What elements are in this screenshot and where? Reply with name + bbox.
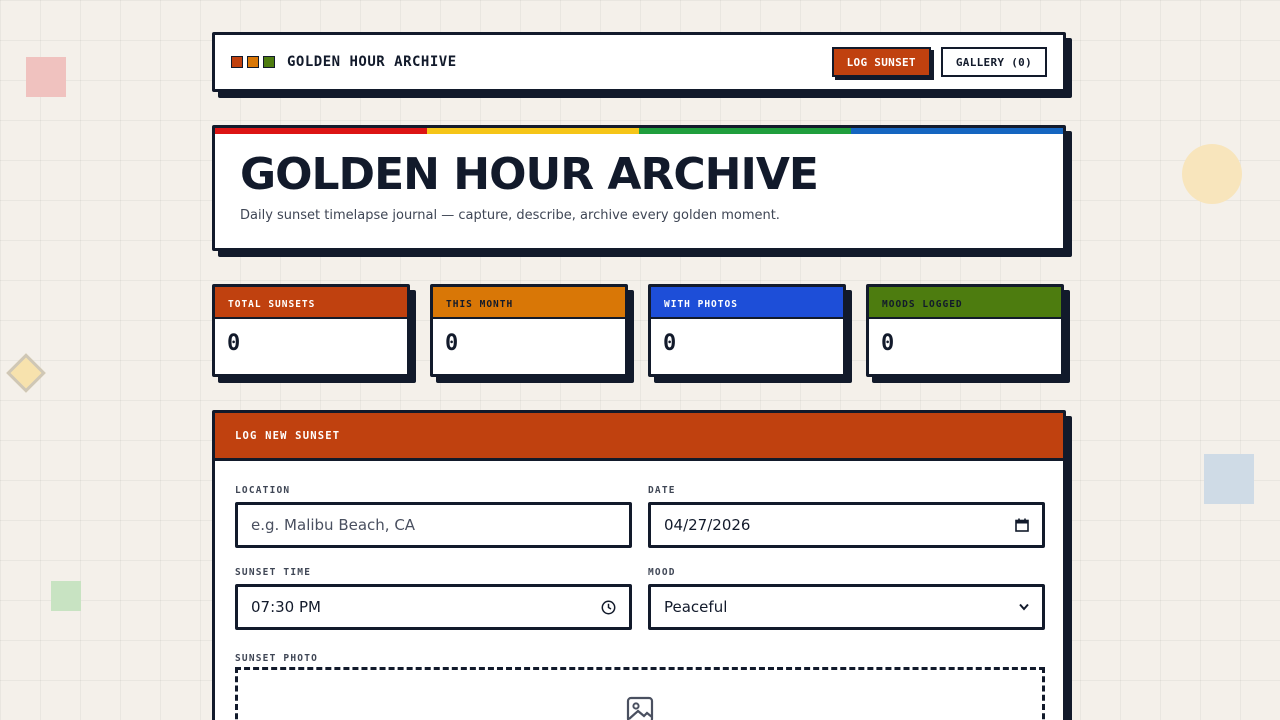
location-input[interactable]: e.g. Malibu Beach, CA: [235, 502, 632, 548]
stat-card-moods: MOODS LOGGED 0: [866, 284, 1064, 377]
stat-value: 0: [445, 331, 459, 356]
stat-label: TOTAL SUNSETS: [215, 287, 407, 319]
stat-label: THIS MONTH: [433, 287, 625, 319]
mood-select[interactable]: Peaceful: [648, 584, 1045, 630]
date-label: DATE: [648, 485, 676, 496]
decorative-square: [51, 581, 81, 611]
stat-value: 0: [663, 331, 677, 356]
logo-square: [247, 56, 259, 68]
clock-icon[interactable]: [601, 600, 616, 615]
logo-square: [231, 56, 243, 68]
stat-label: MOODS LOGGED: [869, 287, 1061, 319]
form-title: LOG NEW SUNSET: [215, 413, 1063, 461]
location-label: LOCATION: [235, 485, 291, 496]
top-actions: LOG SUNSET GALLERY (0): [831, 47, 1047, 77]
location-placeholder: e.g. Malibu Beach, CA: [251, 516, 416, 534]
logo: [231, 56, 275, 68]
stat-card-total: TOTAL SUNSETS 0: [212, 284, 410, 377]
date-value: 04/27/2026: [664, 516, 751, 534]
stat-value: 0: [227, 331, 241, 356]
calendar-icon[interactable]: [1015, 518, 1029, 532]
stat-value: 0: [881, 331, 895, 356]
page-subtitle: Daily sunset timelapse journal — capture…: [240, 208, 780, 224]
top-bar: GOLDEN HOUR ARCHIVE LOG SUNSET GALLERY (…: [212, 32, 1066, 92]
stripe-segment: [427, 128, 639, 134]
decorative-square: [1204, 454, 1254, 504]
stat-label: WITH PHOTOS: [651, 287, 843, 319]
sunset-time-input[interactable]: 07:30 PM: [235, 584, 632, 630]
page-title: GOLDEN HOUR ARCHIVE: [240, 149, 819, 200]
color-stripe: [215, 128, 1063, 134]
logo-square: [263, 56, 275, 68]
stripe-segment: [851, 128, 1063, 134]
decorative-circle: [1182, 144, 1242, 204]
log-sunset-button[interactable]: LOG SUNSET: [831, 47, 931, 77]
stat-card-month: THIS MONTH 0: [430, 284, 628, 377]
gallery-button[interactable]: GALLERY (0): [940, 47, 1047, 77]
log-sunset-form: LOG NEW SUNSET LOCATION e.g. Malibu Beac…: [212, 410, 1066, 720]
mood-label: MOOD: [648, 567, 676, 578]
stripe-segment: [215, 128, 427, 134]
photo-dropzone[interactable]: [235, 667, 1045, 720]
decorative-diamond: [6, 353, 46, 393]
stripe-segment: [639, 128, 851, 134]
brand-title: GOLDEN HOUR ARCHIVE: [287, 54, 457, 70]
stat-card-photos: WITH PHOTOS 0: [648, 284, 846, 377]
image-icon: [626, 696, 654, 720]
decorative-square: [26, 57, 66, 97]
hero-card: GOLDEN HOUR ARCHIVE Daily sunset timelap…: [212, 125, 1066, 251]
mood-value: Peaceful: [664, 598, 728, 616]
sunset-photo-label: SUNSET PHOTO: [235, 653, 319, 664]
date-input[interactable]: 04/27/2026: [648, 502, 1045, 548]
sunset-time-value: 07:30 PM: [251, 598, 321, 616]
sunset-time-label: SUNSET TIME: [235, 567, 312, 578]
chevron-down-icon: [1019, 603, 1029, 611]
